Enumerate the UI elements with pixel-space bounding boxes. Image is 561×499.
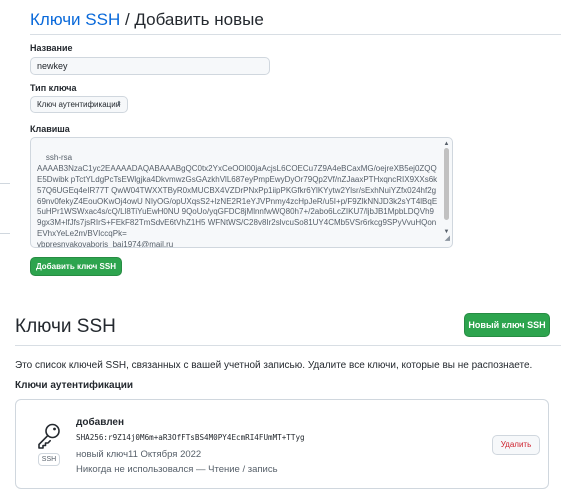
ssh-badge: SSH [38, 453, 60, 466]
key-type-label: Тип ключа [30, 83, 77, 93]
new-ssh-key-button[interactable]: Новый ключ SSH [464, 313, 550, 337]
ssh-key-item: SSH добавлен SHA256:r9Z14j0M6m+aR3OfFTsB… [15, 399, 549, 489]
resize-grip-icon[interactable]: ◢ [445, 234, 450, 245]
sidebar-divider [0, 183, 10, 184]
key-textarea-value: ssh-rsa AAAAB3NzaC1yc2EAAAADAQABAAABgQC0… [37, 152, 438, 248]
ssh-keys-description: Это список ключей SSH, связанных с вашей… [15, 360, 533, 371]
select-caret-icon: ⬍ [116, 101, 122, 108]
title-label: Название [30, 43, 73, 53]
page-title: Ключи SSH / Добавить новые [30, 10, 264, 30]
scrollbar-thumb[interactable] [444, 148, 449, 220]
form-title-text: Добавить новые [134, 10, 264, 29]
ssh-keys-heading: Ключи SSH [15, 316, 116, 337]
auth-keys-heading: Ключи аутентификации [15, 380, 134, 391]
key-usage-status: Никогда не использовался — Чтение / запи… [76, 464, 278, 475]
key-added-date: новый ключ11 Октября 2022 [76, 449, 202, 460]
textarea-scrollbar[interactable]: ▲ ▼ [442, 139, 451, 246]
key-textarea[interactable]: ssh-rsa AAAAB3NzaC1yc2EAAAADAQABAAABgQC0… [30, 137, 453, 248]
delete-key-button[interactable]: Удалить [492, 435, 540, 455]
key-label: Клавиша [30, 124, 70, 134]
section-divider [15, 345, 561, 346]
title-divider [30, 34, 561, 35]
add-ssh-key-button[interactable]: Добавить ключ SSH [30, 257, 122, 276]
breadcrumb-ssh-keys-link[interactable]: Ключи SSH [30, 10, 120, 29]
title-input[interactable] [30, 57, 270, 75]
key-icon [38, 423, 60, 449]
sidebar-divider [0, 233, 10, 234]
key-fingerprint: SHA256:r9Z14j0M6m+aR3OfFTsBS4M0PY4EcmRI4… [76, 433, 305, 442]
key-type-value: Ключ аутентификации [37, 100, 121, 109]
breadcrumb-separator: / [120, 10, 135, 29]
key-name: добавлен [76, 417, 125, 428]
key-type-select[interactable]: Ключ аутентификации ⬍ [30, 96, 128, 113]
